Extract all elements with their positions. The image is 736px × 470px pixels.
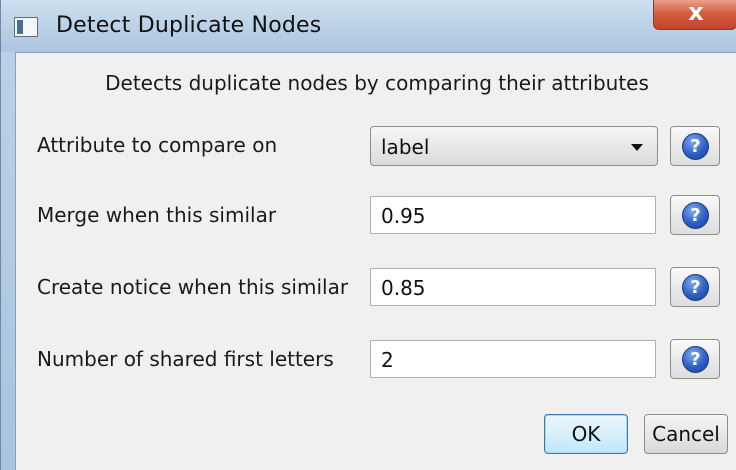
notice-help-button[interactable]: ? [670, 267, 720, 307]
attribute-label: Attribute to compare on [37, 133, 278, 157]
window-title: Detect Duplicate Nodes [56, 13, 322, 38]
help-question-icon: ? [682, 202, 709, 229]
shared-letters-input[interactable]: 2 [370, 340, 656, 378]
merge-threshold-label: Merge when this similar [37, 203, 277, 227]
help-question-icon: ? [682, 274, 709, 301]
cancel-button[interactable]: Cancel [644, 414, 728, 454]
merge-threshold-input[interactable]: 0.95 [370, 196, 656, 234]
close-button[interactable]: x [653, 0, 736, 30]
close-icon: x [688, 0, 704, 26]
dialog-content: Detects duplicate nodes by comparing the… [15, 52, 736, 470]
dropdown-arrow-icon [631, 144, 643, 151]
shared-letters-help-button[interactable]: ? [670, 339, 720, 379]
notice-threshold-label: Create notice when this similar [37, 275, 349, 299]
notice-threshold-input[interactable]: 0.85 [370, 268, 656, 306]
attribute-dropdown-value: label [381, 135, 430, 159]
ok-button[interactable]: OK [544, 414, 628, 454]
attribute-help-button[interactable]: ? [670, 126, 720, 166]
window-app-icon [14, 17, 38, 37]
help-question-icon: ? [682, 346, 709, 373]
merge-help-button[interactable]: ? [670, 195, 720, 235]
shared-letters-label: Number of shared first letters [37, 347, 334, 371]
dialog-window: Detect Duplicate Nodes x Detects duplica… [0, 0, 736, 470]
help-question-icon: ? [682, 133, 709, 160]
attribute-dropdown[interactable]: label [370, 126, 658, 166]
dialog-description: Detects duplicate nodes by comparing the… [105, 71, 649, 95]
title-bar[interactable]: Detect Duplicate Nodes x [1, 0, 736, 52]
